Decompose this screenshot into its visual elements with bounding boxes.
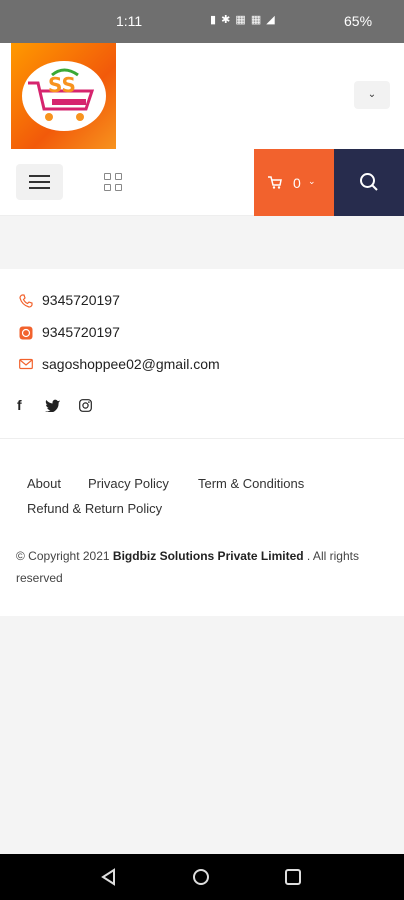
logo-text: SS (48, 73, 76, 97)
language-dropdown[interactable]: ⌄ (354, 81, 390, 109)
menu-icon (29, 175, 50, 177)
company-name[interactable]: Bigdbiz Solutions Private Limited (113, 549, 304, 563)
whatsapp-number: 9345720197 (42, 324, 120, 340)
status-icons: ▮ ✱ ▦ ▦ ◢ (210, 14, 276, 26)
menu-button[interactable] (16, 164, 63, 200)
contact-section: 9345720197 9345720197 sagoshoppee02@gmai… (0, 269, 404, 439)
about-link[interactable]: About (27, 476, 61, 491)
system-nav-bar (0, 854, 404, 900)
whatsapp-icon (19, 326, 33, 340)
back-icon[interactable] (100, 868, 118, 886)
cart-button[interactable]: 0 ⌄ (254, 149, 334, 216)
top-header: SS ⌄ (0, 43, 404, 149)
refund-policy-link[interactable]: Refund & Return Policy (27, 501, 162, 516)
facebook-icon[interactable]: f (17, 397, 22, 413)
chevron-down-icon: ⌄ (308, 176, 316, 186)
email-address: sagoshoppee02@gmail.com (42, 356, 220, 372)
copyright-prefix: © Copyright 2021 (16, 549, 113, 563)
nav-bar: 0 ⌄ (0, 149, 404, 216)
battery-level: 65% (344, 13, 373, 29)
search-button[interactable] (334, 149, 404, 216)
logo-emblem: SS (22, 61, 106, 131)
privacy-policy-link[interactable]: Privacy Policy (88, 476, 169, 491)
instagram-icon[interactable] (79, 399, 92, 412)
phone-number: 9345720197 (42, 292, 120, 308)
store-logo[interactable]: SS (11, 43, 116, 149)
grid-view-icon[interactable] (104, 173, 124, 193)
status-time: 1:11 (116, 13, 143, 29)
footer: About Privacy Policy Term & Conditions R… (0, 439, 404, 616)
mail-icon (19, 358, 33, 370)
terms-link[interactable]: Term & Conditions (198, 476, 304, 491)
search-icon (360, 173, 378, 191)
status-bar: 1:11 ▮ ✱ ▦ ▦ ◢ 65% (0, 0, 404, 43)
twitter-icon[interactable] (45, 399, 60, 412)
cart-count: 0 (293, 175, 301, 191)
copyright-text: © Copyright 2021 Bigdbiz Solutions Priva… (16, 545, 366, 589)
recents-icon[interactable] (284, 868, 302, 886)
home-icon[interactable] (192, 868, 210, 886)
phone-icon (19, 294, 33, 308)
cart-icon (268, 176, 282, 189)
